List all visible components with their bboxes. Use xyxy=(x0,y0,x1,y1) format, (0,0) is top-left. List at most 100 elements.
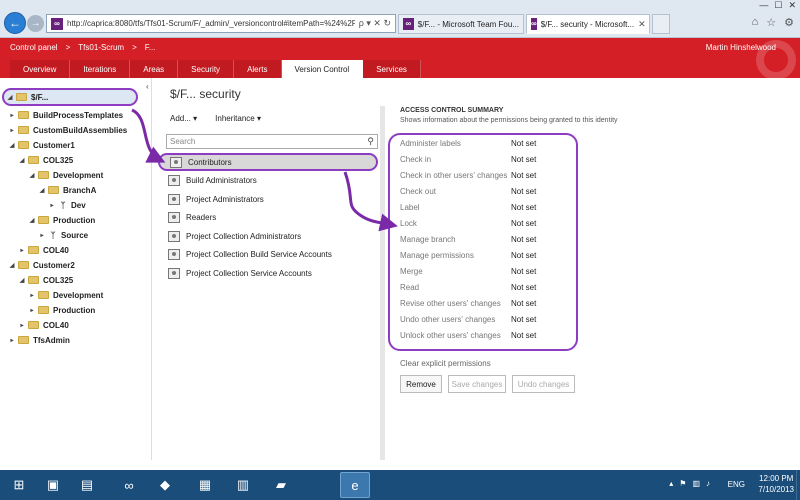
search-icon[interactable]: ⚲ xyxy=(367,136,374,147)
permission-value[interactable]: Not set xyxy=(511,219,536,228)
start-button[interactable]: ⊞ xyxy=(4,472,34,498)
group-item[interactable]: Readers xyxy=(166,209,378,227)
address-bar[interactable]: ∞ http://caprica:8080/tfs/Tfs01-Scrum/F/… xyxy=(46,14,396,33)
collapsed-icon[interactable]: ▸ xyxy=(18,247,26,254)
expanded-icon[interactable]: ◢ xyxy=(6,94,14,101)
collapsed-icon[interactable]: ▸ xyxy=(28,292,36,299)
tray-expand-icon[interactable]: ▴ xyxy=(669,479,673,488)
tab-version-control[interactable]: Version Control xyxy=(281,60,364,78)
expanded-icon[interactable]: ◢ xyxy=(28,217,36,224)
collapsed-icon[interactable]: ▸ xyxy=(8,112,16,119)
save-button[interactable]: Save changes xyxy=(448,375,506,393)
show-desktop-button[interactable] xyxy=(796,470,800,500)
permission-value[interactable]: Not set xyxy=(511,267,536,276)
tab-areas[interactable]: Areas xyxy=(130,60,179,78)
expanded-icon[interactable]: ◢ xyxy=(18,157,26,164)
clock[interactable]: 12:00 PM 7/10/2013 xyxy=(758,473,794,495)
tab-overview[interactable]: Overview xyxy=(10,60,71,78)
close-window-button[interactable]: ✕ xyxy=(788,0,796,12)
clear-permissions-link[interactable]: Clear explicit permissions xyxy=(400,359,491,368)
group-item[interactable]: Project Collection Build Service Account… xyxy=(166,246,378,264)
favorites-icon[interactable]: ☆ xyxy=(766,16,776,29)
expanded-icon[interactable]: ◢ xyxy=(8,262,16,269)
language-indicator[interactable]: ENG xyxy=(728,480,745,489)
permission-value[interactable]: Not set xyxy=(511,203,536,212)
taskbar-app-powershell[interactable]: ▤ xyxy=(72,472,102,498)
collapse-pane-icon[interactable]: ‹ xyxy=(146,82,149,91)
permission-value[interactable]: Not set xyxy=(511,283,536,292)
tab-security[interactable]: Security xyxy=(178,60,235,78)
close-icon[interactable]: ✕ xyxy=(638,19,646,30)
tab-iterations[interactable]: Iterations xyxy=(70,60,131,78)
tree-item-root[interactable]: ◢ $/F... xyxy=(2,88,138,106)
tree-item[interactable]: ▸ CustomBuildAssemblies xyxy=(8,123,127,137)
permission-value[interactable]: Not set xyxy=(511,331,536,340)
taskbar-app-3[interactable]: ▰ xyxy=(266,472,296,498)
tree-item[interactable]: ◢ Development xyxy=(28,168,104,182)
browser-tab-1[interactable]: ∞ $/F... - Microsoft Team Fou... xyxy=(398,14,524,34)
permission-value[interactable]: Not set xyxy=(511,155,536,164)
tab-alerts[interactable]: Alerts xyxy=(234,60,282,78)
expanded-icon[interactable]: ◢ xyxy=(38,187,46,194)
tree-item[interactable]: ◢ Customer2 xyxy=(8,258,75,272)
address-actions-icon[interactable]: ρ ▾ ✕ ↻ xyxy=(355,18,395,29)
network-icon[interactable]: ▥ xyxy=(692,479,700,488)
permission-value[interactable]: Not set xyxy=(511,187,536,196)
collapsed-icon[interactable]: ▸ xyxy=(8,337,16,344)
maximize-button[interactable]: ☐ xyxy=(774,0,782,12)
breadcrumb-collection[interactable]: Tfs01-Scrum xyxy=(78,43,124,52)
taskbar-app-visual-studio[interactable]: ◆ xyxy=(150,472,180,498)
expanded-icon[interactable]: ◢ xyxy=(8,142,16,149)
new-tab-button[interactable] xyxy=(652,14,670,34)
group-item-contributors[interactable]: Contributors xyxy=(158,153,378,171)
group-item[interactable]: Project Collection Administrators xyxy=(166,227,378,245)
tree-item[interactable]: ▸ ᛉ Dev xyxy=(48,198,85,212)
taskbar-app-2[interactable]: ▥ xyxy=(228,472,258,498)
expanded-icon[interactable]: ◢ xyxy=(18,277,26,284)
tree-item[interactable]: ▸ TfsAdmin xyxy=(8,333,69,347)
taskbar-app-1[interactable]: ▦ xyxy=(190,472,220,498)
undo-button[interactable]: Undo changes xyxy=(512,375,575,393)
search-input[interactable]: Search ⚲ xyxy=(166,134,378,149)
tree-item[interactable]: ▸ Development xyxy=(28,288,103,302)
expanded-icon[interactable]: ◢ xyxy=(28,172,36,179)
remove-button[interactable]: Remove xyxy=(400,375,442,393)
back-button[interactable]: ← xyxy=(4,12,26,34)
tree-item[interactable]: ◢ COL325 xyxy=(18,273,74,287)
browser-tab-2[interactable]: ∞ $/F... security - Microsoft... ✕ xyxy=(526,14,650,34)
home-icon[interactable]: ⌂ xyxy=(752,16,759,29)
permission-value[interactable]: Not set xyxy=(511,251,536,260)
tree-item[interactable]: ▸ COL40 xyxy=(18,243,68,257)
taskbar-app-explorer[interactable]: ∞ xyxy=(114,472,144,498)
tree-item[interactable]: ▸ BuildProcessTemplates xyxy=(8,108,123,122)
permission-value[interactable]: Not set xyxy=(511,315,536,324)
permission-value[interactable]: Not set xyxy=(511,235,536,244)
permission-value[interactable]: Not set xyxy=(511,171,536,180)
minimize-button[interactable]: — xyxy=(759,0,768,12)
inheritance-menu[interactable]: Inheritance ▾ xyxy=(215,114,261,123)
breadcrumb-project[interactable]: F... xyxy=(145,43,156,52)
permission-value[interactable]: Not set xyxy=(511,139,536,148)
volume-icon[interactable]: ♪ xyxy=(706,479,710,488)
pane-splitter[interactable] xyxy=(380,106,385,460)
breadcrumb-control-panel[interactable]: Control panel xyxy=(10,43,58,52)
group-item[interactable]: Build Administrators xyxy=(166,172,378,190)
collapsed-icon[interactable]: ▸ xyxy=(8,127,16,134)
permission-value[interactable]: Not set xyxy=(511,299,536,308)
tree-item[interactable]: ▸ ᛉ Source xyxy=(38,228,88,242)
taskbar-app-server-manager[interactable]: ▣ xyxy=(38,472,68,498)
collapsed-icon[interactable]: ▸ xyxy=(48,202,56,209)
collapsed-icon[interactable]: ▸ xyxy=(28,307,36,314)
tree-item[interactable]: ▸ COL40 xyxy=(18,318,68,332)
taskbar-app-ie[interactable]: e xyxy=(340,472,370,498)
tree-item[interactable]: ▸ Production xyxy=(28,303,95,317)
add-menu[interactable]: Add... ▾ xyxy=(170,114,197,123)
group-item[interactable]: Project Collection Service Accounts xyxy=(166,264,378,282)
flag-icon[interactable]: ⚑ xyxy=(679,479,686,488)
forward-button[interactable]: → xyxy=(27,15,44,32)
tree-item[interactable]: ◢ Production xyxy=(28,213,96,227)
tree-item[interactable]: ◢ Customer1 xyxy=(8,138,75,152)
tree-item[interactable]: ◢ COL325 xyxy=(18,153,74,167)
collapsed-icon[interactable]: ▸ xyxy=(38,232,46,239)
address-text[interactable]: http://caprica:8080/tfs/Tfs01-Scrum/F/_a… xyxy=(67,19,355,28)
